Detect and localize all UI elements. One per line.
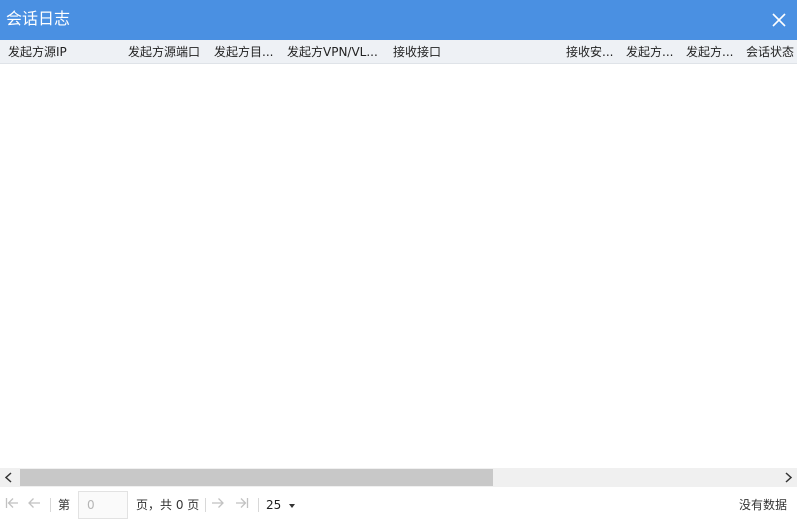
scroll-right-icon[interactable] [779,468,797,487]
column-header-vpn-vlan[interactable]: 发起方VPN/VL... [287,40,387,64]
column-header-session-state[interactable]: 会话状态 [746,40,797,64]
first-page-icon[interactable] [4,495,20,511]
page-size-select[interactable]: 25 [266,496,296,514]
chevron-down-icon [289,503,296,508]
column-header-dst[interactable]: 发起方目... [214,40,280,64]
no-data-status: 没有数据 [739,498,788,512]
close-icon[interactable] [771,12,787,28]
page-number-input[interactable] [78,491,128,519]
page-prefix-label: 第 [58,498,71,512]
column-header-recv-interface[interactable]: 接收接口 [393,40,553,64]
column-header-recv-security[interactable]: 接收安... [566,40,622,64]
grid-body [0,64,797,468]
column-header-src-ip[interactable]: 发起方源IP [8,40,120,64]
previous-page-icon[interactable] [26,495,42,511]
pager-separator [258,498,259,512]
next-page-icon[interactable] [210,495,226,511]
session-log-dialog: 会话日志 发起方源IP 发起方源端口 发起方目... 发起方VPN/VL... … [0,0,797,523]
pager-separator [50,498,51,512]
grid-header: 发起方源IP 发起方源端口 发起方目... 发起方VPN/VL... 接收接口 … [0,40,797,64]
scrollbar-thumb[interactable] [20,469,493,486]
dialog-title-bar: 会话日志 [0,0,797,40]
dialog-title: 会话日志 [6,9,71,28]
scroll-left-icon[interactable] [0,468,18,487]
column-header-initiator-a[interactable]: 发起方... [626,40,682,64]
page-size-value: 25 [266,498,282,512]
column-header-src-port[interactable]: 发起方源端口 [128,40,208,64]
column-header-initiator-b[interactable]: 发起方... [686,40,742,64]
last-page-icon[interactable] [234,495,250,511]
page-count-label: 页，共 0 页 [136,498,200,512]
pager-separator [205,498,206,512]
pagination-bar: 第 页，共 0 页 25 没有数据 [0,487,797,523]
horizontal-scrollbar[interactable] [0,468,797,487]
